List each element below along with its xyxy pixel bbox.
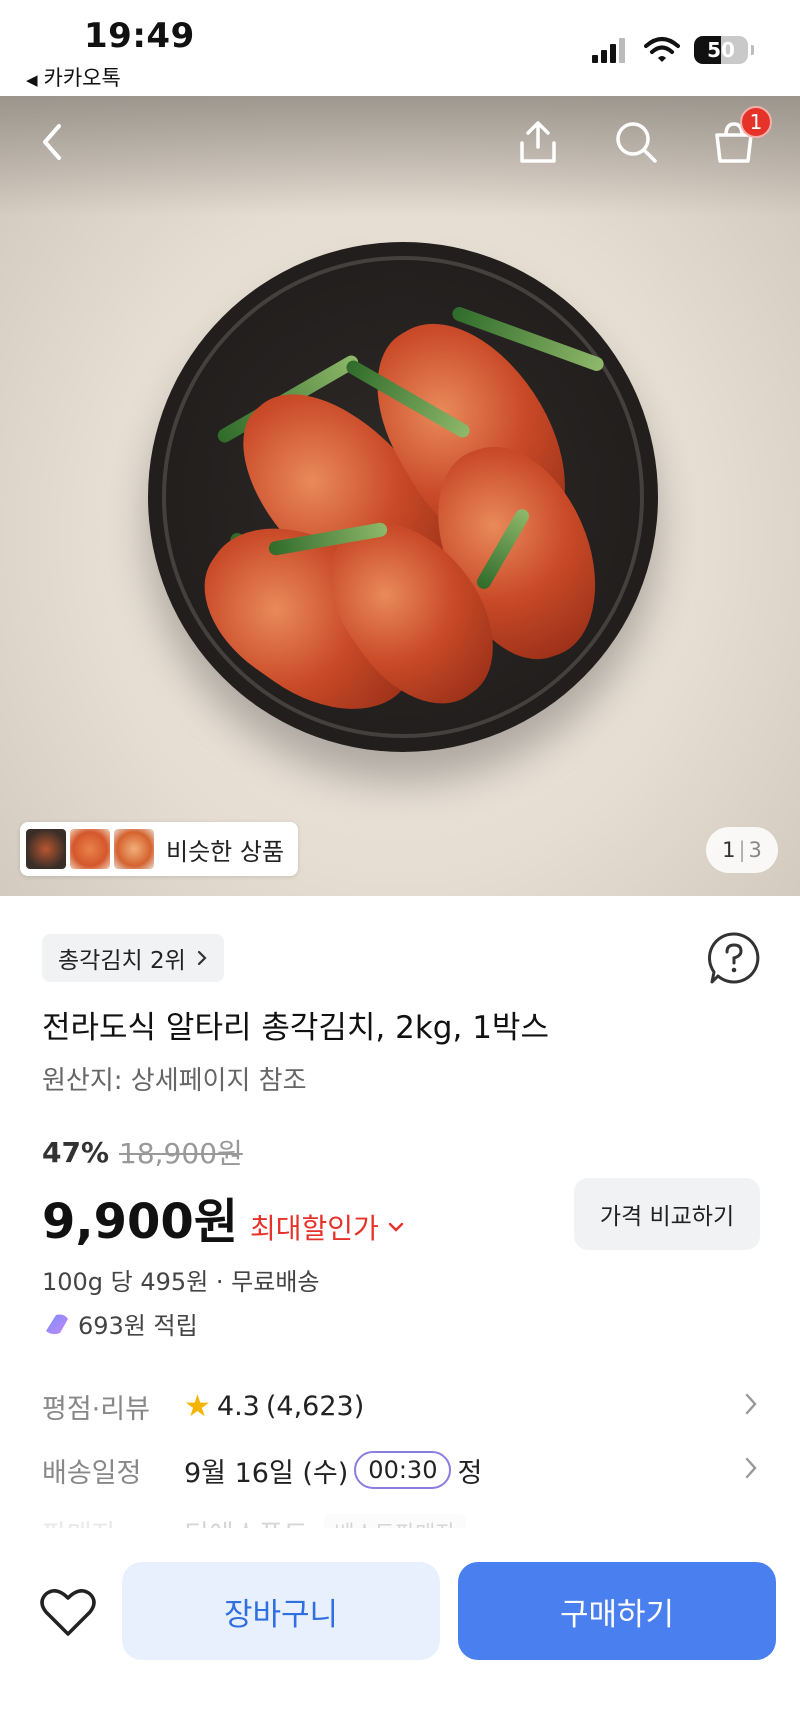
rating-key: 평점·리뷰 bbox=[42, 1393, 150, 1425]
rating-review-row[interactable]: 평점·리뷰 ★ 4.3 (4,623) bbox=[42, 1386, 762, 1426]
image-pager: 1 | 3 bbox=[706, 827, 778, 873]
rank-label: 총각김치 2위 bbox=[58, 948, 186, 974]
unit-price-shipping: 100g 당 495원 · 무료배송 bbox=[42, 1268, 320, 1296]
similar-thumb bbox=[114, 829, 154, 869]
back-triangle-icon: ◀ bbox=[26, 71, 38, 89]
share-button[interactable] bbox=[508, 112, 568, 172]
wishlist-button[interactable] bbox=[38, 1582, 98, 1642]
status-bar: 19:49 ◀ 카카오톡 50 bbox=[0, 0, 800, 96]
back-button[interactable] bbox=[22, 112, 82, 172]
system-icons: 50 bbox=[590, 36, 754, 64]
pager-current: 1 bbox=[722, 838, 736, 862]
product-origin: 원산지: 상세페이지 참조 bbox=[42, 1066, 307, 1096]
max-discount-label: 최대할인가 bbox=[250, 1212, 379, 1245]
question-bubble-icon bbox=[707, 932, 760, 984]
similar-products-label: 비슷한 상품 bbox=[166, 837, 285, 866]
cart-count-badge: 1 bbox=[740, 106, 772, 138]
buy-now-button[interactable]: 구매하기 bbox=[458, 1562, 776, 1660]
reward-points: 693원 적립 bbox=[42, 1306, 198, 1341]
search-icon bbox=[616, 122, 657, 163]
status-time: 19:49 bbox=[84, 16, 195, 56]
product-image[interactable] bbox=[0, 96, 800, 896]
back-app-label: 카카오톡 bbox=[43, 66, 121, 90]
delivery-row[interactable]: 배송일정 9월 16일 (수) 00:30 정 bbox=[42, 1450, 762, 1490]
max-discount-dropdown[interactable]: 최대할인가 bbox=[250, 1207, 405, 1247]
delivery-date: 9월 16일 (수) bbox=[184, 1457, 349, 1489]
product-title: 전라도식 알타리 총각김치, 2kg, 1박스 bbox=[42, 1010, 549, 1046]
kimchi-bowl-image bbox=[148, 242, 658, 752]
similar-thumb bbox=[26, 829, 66, 869]
share-icon bbox=[520, 121, 556, 163]
back-to-app-link[interactable]: ◀ 카카오톡 bbox=[26, 62, 121, 92]
delivery-suffix: 정 bbox=[457, 1457, 483, 1489]
pager-total: 3 bbox=[748, 838, 762, 862]
points-icon bbox=[46, 1314, 68, 1334]
add-to-cart-button[interactable]: 장바구니 bbox=[122, 1562, 440, 1660]
delivery-countdown: 00:30 bbox=[354, 1451, 452, 1489]
chevron-left-icon bbox=[43, 124, 61, 160]
review-count: (4,623) bbox=[265, 1390, 365, 1422]
discount-rate: 47% bbox=[42, 1135, 110, 1169]
price-compare-button[interactable]: 가격 비교하기 bbox=[574, 1178, 760, 1250]
sale-price: 9,900원 bbox=[42, 1194, 238, 1250]
price-row: 9,900원 최대할인가 bbox=[42, 1182, 405, 1252]
signal-icon bbox=[592, 38, 625, 63]
help-button[interactable] bbox=[706, 930, 762, 986]
chevron-right-icon bbox=[745, 1393, 757, 1415]
chevron-right-icon bbox=[745, 1457, 757, 1479]
star-icon: ★ bbox=[184, 1388, 211, 1424]
delivery-key: 배송일정 bbox=[42, 1457, 142, 1489]
similar-products-button[interactable]: 비슷한 상품 bbox=[20, 822, 299, 876]
category-rank-chip[interactable]: 총각김치 2위 bbox=[42, 934, 224, 982]
search-button[interactable] bbox=[606, 112, 666, 172]
chevron-down-icon bbox=[388, 1222, 404, 1232]
rating-value: 4.3 bbox=[216, 1390, 260, 1422]
points-label: 693원 적립 bbox=[78, 1312, 198, 1340]
battery-indicator: 50 bbox=[694, 36, 754, 64]
discount-row: 47% 18,900원 bbox=[42, 1132, 243, 1172]
original-price: 18,900원 bbox=[119, 1137, 243, 1170]
chevron-right-icon bbox=[197, 950, 207, 966]
wifi-icon bbox=[644, 37, 680, 62]
similar-thumb bbox=[70, 829, 110, 869]
heart-icon bbox=[40, 1589, 96, 1636]
